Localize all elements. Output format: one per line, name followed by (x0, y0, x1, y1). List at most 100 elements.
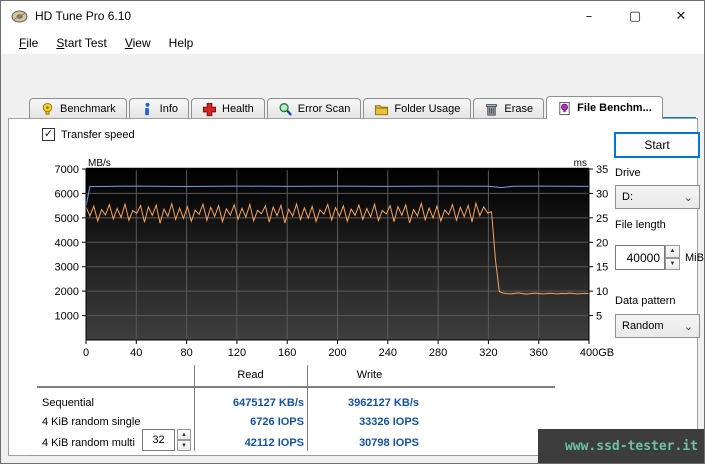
drive-label: Drive (615, 167, 641, 179)
transfer-speed-chart: 0 40 80 120 160 200 240 280 320 360 400GB 1000 2000 3… (39, 157, 619, 372)
data-pattern-value: Random (622, 320, 664, 332)
file-benchmark-icon (559, 101, 570, 115)
toolbar: XG7000-1TB 2280 ⌄ 87°F (1, 56, 704, 146)
title-bar: HD Tune Pro 6.10 – ▢ ✕ (1, 1, 704, 31)
file-length-label: File length (615, 219, 666, 231)
svg-text:5: 5 (596, 311, 602, 323)
svg-text:15: 15 (596, 262, 608, 274)
svg-text:6000: 6000 (55, 188, 79, 200)
menu-file[interactable]: File (10, 33, 47, 53)
svg-text:4000: 4000 (55, 237, 79, 249)
watermark: www.ssd-tester.it (538, 429, 704, 463)
row-label-random-multi: 4 KiB random multi (42, 437, 135, 449)
tab-file-benchmark[interactable]: File Benchm... (546, 96, 663, 119)
random-multi-write-value: 30798 IOPS (359, 437, 419, 449)
tab-health[interactable]: Health (191, 98, 265, 119)
svg-text:0: 0 (83, 347, 89, 359)
tab-label: Folder Usage (394, 103, 461, 115)
data-pattern-label: Data pattern (615, 295, 676, 307)
menu-help[interactable]: Help (160, 33, 203, 53)
svg-text:1000: 1000 (55, 311, 79, 323)
svg-text:2000: 2000 (55, 286, 79, 298)
svg-text:240: 240 (379, 347, 397, 359)
menu-start-test[interactable]: Start Test (47, 33, 115, 53)
data-pattern-dropdown[interactable]: Random ⌄ (615, 314, 700, 338)
tab-error-scan[interactable]: Error Scan (266, 98, 362, 119)
tab-folder-usage[interactable]: Folder Usage (363, 98, 472, 119)
random-multi-read-value: 42112 IOPS (244, 437, 304, 449)
tab-erase[interactable]: Erase (473, 98, 545, 119)
window-title: HD Tune Pro 6.10 (35, 9, 132, 23)
bulb-icon (42, 102, 53, 115)
random-single-read-value: 6726 IOPS (250, 416, 304, 428)
results-divider (37, 386, 555, 388)
chevron-down-icon: ⌄ (683, 320, 693, 333)
queue-depth-value[interactable]: 32 (142, 429, 175, 451)
tab-benchmark[interactable]: Benchmark (29, 98, 127, 119)
queue-depth-up-icon[interactable]: ▲ (177, 429, 191, 440)
svg-text:40: 40 (130, 347, 142, 359)
close-button[interactable]: ✕ (658, 1, 704, 31)
drive-dropdown-value: D: (622, 191, 633, 203)
svg-text:320: 320 (479, 347, 497, 359)
svg-text:20: 20 (596, 237, 608, 249)
tab-strip: ◃ Benchmark Info (1, 96, 704, 207)
results-column-divider (307, 365, 308, 451)
file-benchmark-panel: ✓ Transfer speed 0 40 80 120 160 200 240 280 320… (8, 118, 704, 456)
transfer-speed-checkbox[interactable]: ✓ Transfer speed (42, 128, 135, 141)
row-label-sequential: Sequential (42, 397, 94, 409)
svg-text:5000: 5000 (55, 213, 79, 225)
write-column-header: Write (356, 369, 383, 381)
transfer-speed-label: Transfer speed (61, 128, 135, 141)
file-length-unit: MiB (685, 251, 704, 264)
folder-icon (375, 104, 389, 115)
drive-dropdown[interactable]: D: ⌄ (615, 185, 700, 209)
svg-text:30: 30 (596, 188, 608, 200)
svg-text:MB/s: MB/s (88, 158, 111, 169)
checkbox-check-icon: ✓ (42, 128, 55, 141)
read-column-header: Read (237, 369, 264, 381)
svg-text:10: 10 (596, 286, 608, 298)
health-cross-icon (202, 102, 217, 116)
svg-text:280: 280 (429, 347, 447, 359)
trash-icon (486, 103, 498, 116)
sequential-write-value: 3962127 KB/s (348, 397, 419, 409)
maximize-button[interactable]: ▢ (612, 1, 658, 31)
random-single-write-value: 33326 IOPS (359, 416, 419, 428)
info-icon (144, 102, 150, 115)
queue-depth-spinner[interactable]: 32 ▲ ▼ (142, 429, 191, 451)
svg-text:360: 360 (530, 347, 548, 359)
tab-label: Benchmark (60, 103, 116, 115)
sequential-read-value: 6475127 KB/s (233, 397, 304, 409)
svg-text:200: 200 (328, 347, 346, 359)
tab-label: Info (159, 103, 178, 115)
minimize-button[interactable]: – (566, 1, 612, 31)
start-button[interactable]: Start (614, 132, 700, 158)
svg-text:400GB: 400GB (580, 347, 614, 359)
menu-view[interactable]: View (116, 33, 160, 53)
tab-label: Erase (504, 103, 534, 115)
menu-bar: File Start Test View Help (1, 31, 704, 55)
svg-text:35: 35 (596, 164, 608, 176)
svg-text:120: 120 (228, 347, 246, 359)
svg-text:160: 160 (278, 347, 296, 359)
queue-depth-down-icon[interactable]: ▼ (177, 440, 191, 451)
tab-label: Health (222, 103, 254, 115)
row-label-random-single: 4 KiB random single (42, 416, 141, 428)
file-length-up-icon[interactable]: ▲ (665, 245, 680, 258)
app-logo-icon (11, 10, 28, 23)
magnifier-icon (279, 102, 292, 116)
tab-info[interactable]: Info (128, 98, 189, 119)
file-length-down-icon[interactable]: ▼ (665, 257, 680, 270)
tab-label: File Benchm... (577, 102, 652, 114)
tab-label: Error Scan (297, 103, 351, 115)
svg-text:7000: 7000 (55, 164, 79, 176)
file-length-input[interactable]: 40000 (615, 245, 665, 270)
chevron-down-icon: ⌄ (683, 191, 693, 204)
svg-text:25: 25 (596, 213, 608, 225)
svg-text:80: 80 (180, 347, 192, 359)
svg-text:3000: 3000 (55, 262, 79, 274)
panel-bottom-divider (27, 455, 542, 456)
app-window: HD Tune Pro 6.10 – ▢ ✕ File Start Test V… (0, 0, 705, 464)
svg-text:ms: ms (574, 158, 587, 169)
